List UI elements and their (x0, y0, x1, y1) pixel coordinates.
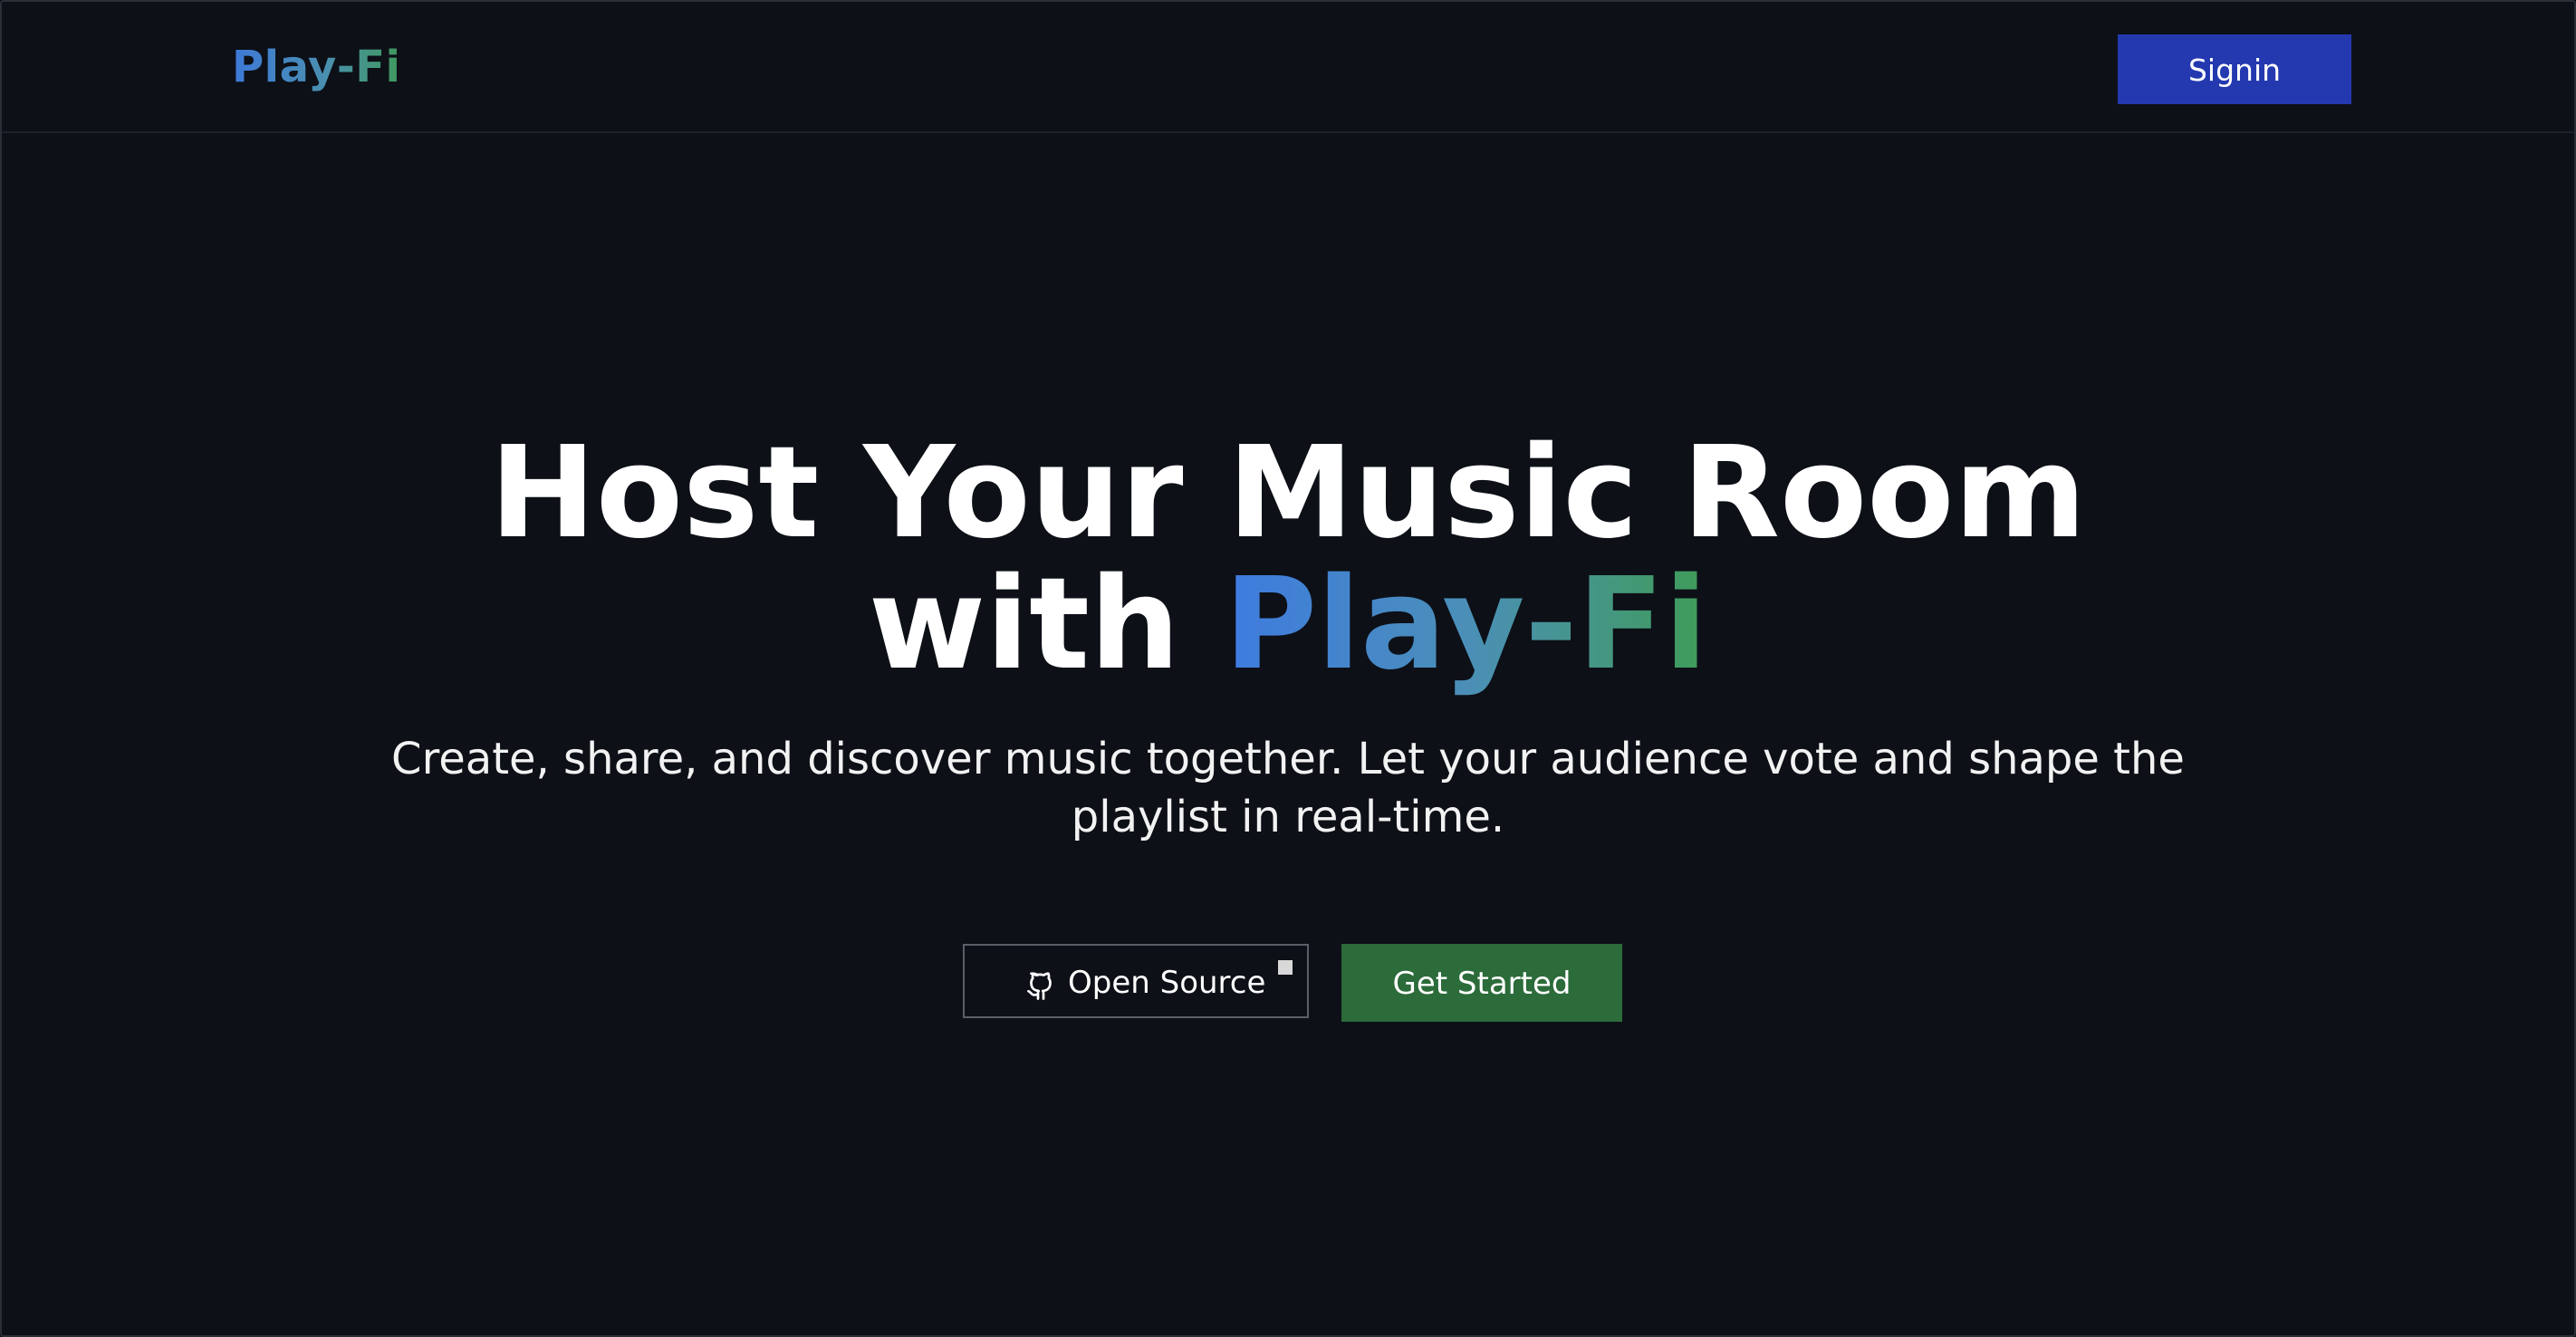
hero-headline: Host Your Music Room with Play-Fi (2, 133, 2574, 690)
headline-line-2: with Play-Fi (2, 559, 2574, 690)
open-source-button[interactable]: Open Source (963, 944, 1309, 1018)
logo[interactable]: Play-Fi (232, 40, 401, 94)
github-icon (1027, 972, 1052, 1000)
open-source-label: Open Source (1068, 965, 1266, 1001)
hero-subtitle: Create, share, and discover music togeth… (391, 734, 2185, 842)
headline-line-1: Host Your Music Room (489, 419, 2087, 567)
headline-brand: Play-Fi (1224, 551, 1708, 698)
headline-with: with (868, 551, 1180, 698)
hero-section: Host Your Music Room with Play-Fi Create… (2, 133, 2574, 1039)
get-started-button[interactable]: Get Started (1341, 944, 1622, 1022)
signin-button[interactable]: Signin (2118, 34, 2351, 104)
top-navbar: Play-Fi Signin (2, 2, 2574, 133)
cta-row: Open Source Get Started (2, 944, 2574, 1022)
corner-square-icon (1278, 960, 1293, 975)
browser-viewport: Play-Fi Signin Host Your Music Room with… (0, 0, 2576, 1337)
